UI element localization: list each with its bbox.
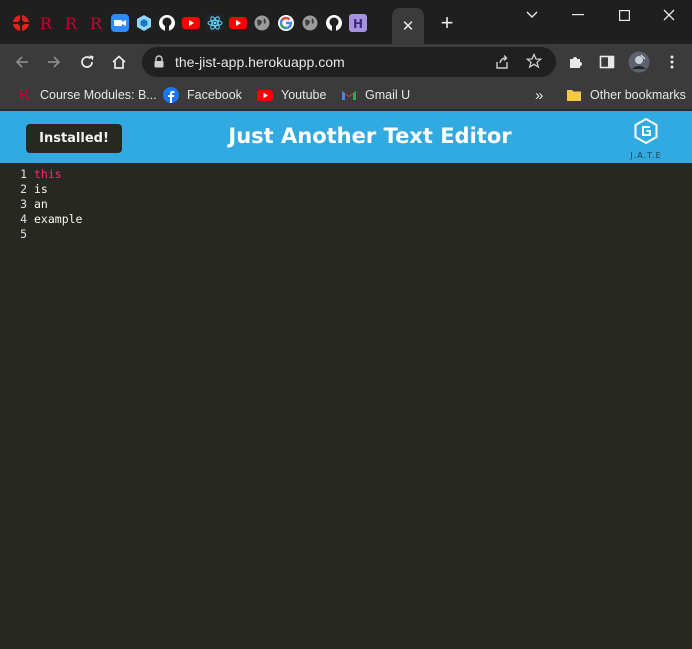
- other-bookmarks-label: Other bookmarks: [590, 88, 686, 102]
- folder-icon: [566, 87, 582, 103]
- extensions-icon[interactable]: [563, 50, 587, 74]
- line-text[interactable]: an: [34, 197, 48, 212]
- active-tab[interactable]: ✕: [392, 8, 424, 44]
- logo-text: J.A.T.E: [630, 151, 662, 160]
- reload-icon[interactable]: [75, 50, 99, 74]
- bookmark-label: Course Modules: B...: [40, 88, 157, 102]
- bookmark-star-icon[interactable]: [525, 52, 543, 74]
- bookmark-label: Facebook: [187, 88, 242, 102]
- globe-icon[interactable]: [253, 14, 271, 32]
- rutgers-r-icon: R: [18, 86, 30, 104]
- url-text[interactable]: the-jist-app.herokuapp.com: [175, 54, 345, 70]
- bookmarks-overflow-button[interactable]: »: [535, 84, 543, 106]
- close-window-icon[interactable]: [646, 4, 692, 26]
- install-button[interactable]: Installed!: [26, 124, 122, 153]
- webpack-icon[interactable]: [135, 14, 153, 32]
- youtube-icon[interactable]: [229, 14, 247, 32]
- new-tab-button[interactable]: +: [436, 12, 458, 34]
- address-bar[interactable]: the-jist-app.herokuapp.com: [142, 47, 556, 77]
- youtube-icon[interactable]: [182, 14, 200, 32]
- react-icon[interactable]: [206, 14, 224, 32]
- bookmarks-bar: R Course Modules: B... Facebook Youtube …: [0, 80, 692, 110]
- bookmark-label: Gmail U: [365, 88, 411, 102]
- share-icon[interactable]: [494, 54, 510, 75]
- rutgers-r-icon[interactable]: R: [37, 14, 55, 33]
- line-text[interactable]: is: [34, 182, 48, 197]
- editor-line[interactable]: 3 an: [0, 197, 48, 212]
- bookmark-label: Youtube: [281, 88, 327, 102]
- editor-line[interactable]: 2 is: [0, 182, 48, 197]
- line-number: 1: [20, 167, 27, 181]
- maximize-icon[interactable]: [601, 4, 647, 26]
- google-icon[interactable]: [277, 14, 295, 32]
- close-tab-icon[interactable]: ✕: [402, 17, 415, 35]
- gmail-icon: [341, 87, 357, 103]
- other-bookmarks[interactable]: Other bookmarks: [566, 84, 686, 106]
- editor-line[interactable]: 4 example: [0, 212, 82, 227]
- forward-icon[interactable]: [42, 50, 66, 74]
- home-icon[interactable]: [107, 50, 131, 74]
- bookmark-facebook[interactable]: Facebook: [163, 84, 242, 106]
- bookmark-course-modules[interactable]: R Course Modules: B...: [16, 84, 157, 106]
- bookmark-gmail[interactable]: Gmail U: [341, 84, 410, 106]
- page-title: Just Another Text Editor: [228, 124, 512, 148]
- tab-search-icon[interactable]: [509, 4, 555, 26]
- back-icon[interactable]: [10, 50, 34, 74]
- bookmark-youtube[interactable]: Youtube: [257, 84, 326, 106]
- youtube-icon: [257, 87, 273, 103]
- line-number: 4: [20, 212, 27, 226]
- minimize-icon[interactable]: [555, 4, 601, 26]
- facebook-icon: [163, 87, 179, 103]
- code-editor[interactable]: 1 this 2 is 3 an 4 example 5: [0, 163, 692, 649]
- jate-logo: J.A.T.E: [624, 117, 668, 161]
- globe-icon[interactable]: [301, 14, 319, 32]
- svg-text:H: H: [353, 17, 363, 31]
- rutgers-r-icon[interactable]: R: [62, 14, 80, 33]
- avatar[interactable]: [627, 50, 651, 74]
- line-number: 5: [20, 227, 27, 241]
- github-icon[interactable]: [158, 14, 176, 32]
- jate-logo-icon: [634, 117, 658, 145]
- editor-line[interactable]: 1 this: [0, 167, 62, 182]
- zoom-icon[interactable]: [111, 14, 129, 32]
- github-icon[interactable]: [325, 14, 343, 32]
- side-panel-icon[interactable]: [595, 50, 619, 74]
- tab-strip: R R R H ✕ +: [0, 0, 692, 44]
- editor-line[interactable]: 5: [0, 227, 34, 242]
- game-icon[interactable]: [12, 14, 30, 32]
- line-number: 2: [20, 182, 27, 196]
- lock-icon[interactable]: [154, 55, 164, 73]
- rutgers-r-icon[interactable]: R: [87, 14, 105, 33]
- line-text[interactable]: this: [34, 167, 62, 182]
- line-number: 3: [20, 197, 27, 211]
- heroku-icon[interactable]: H: [349, 14, 367, 32]
- menu-icon[interactable]: [660, 50, 684, 74]
- app-header: Installed! Just Another Text Editor J.A.…: [0, 111, 692, 163]
- line-text[interactable]: example: [34, 212, 82, 227]
- browser-toolbar: the-jist-app.herokuapp.com: [0, 44, 692, 80]
